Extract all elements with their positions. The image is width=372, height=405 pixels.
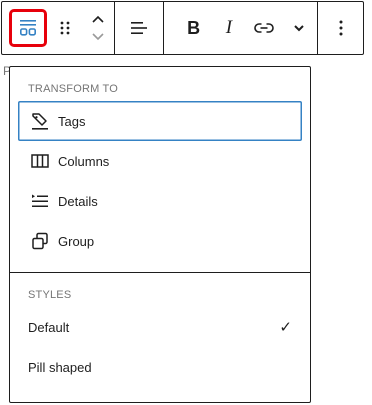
transform-item-label: Tags bbox=[58, 113, 86, 129]
bold-button[interactable]: B bbox=[176, 6, 211, 50]
link-icon bbox=[254, 23, 274, 33]
group-icon bbox=[28, 229, 52, 253]
block-controls-group bbox=[2, 2, 114, 54]
more-format-button[interactable] bbox=[282, 6, 317, 50]
transform-item-label: Group bbox=[58, 233, 95, 249]
tag-icon bbox=[28, 109, 52, 133]
transform-item-columns[interactable]: Columns bbox=[18, 141, 302, 181]
move-down-button[interactable] bbox=[86, 28, 110, 46]
transform-item-details[interactable]: Details bbox=[18, 181, 302, 221]
transform-section-title: TRANSFORM TO bbox=[28, 83, 118, 95]
transform-section: TRANSFORM TO Tags Columns Details Group bbox=[10, 67, 310, 261]
italic-button[interactable]: I bbox=[211, 6, 246, 50]
more-vertical-icon bbox=[339, 20, 342, 36]
block-type-button[interactable] bbox=[9, 9, 47, 47]
transform-item-label: Columns bbox=[58, 153, 110, 169]
italic-label: I bbox=[225, 17, 233, 38]
alignment-group bbox=[114, 2, 163, 54]
block-movers bbox=[85, 6, 111, 50]
align-button[interactable] bbox=[115, 2, 163, 54]
options-group bbox=[317, 2, 363, 54]
styles-section-title: STYLES bbox=[28, 289, 72, 301]
bold-label: B bbox=[187, 17, 201, 38]
style-item-label: Default bbox=[28, 319, 70, 335]
justify-left-icon bbox=[131, 22, 147, 34]
columns-icon bbox=[28, 149, 52, 173]
style-item-label: Pill shaped bbox=[28, 359, 92, 375]
details-icon bbox=[28, 189, 52, 213]
transform-item-label: Details bbox=[58, 193, 98, 209]
options-button[interactable] bbox=[318, 2, 363, 54]
block-switcher-menu: TRANSFORM TO Tags Columns Details Group … bbox=[9, 66, 311, 403]
styles-section: STYLES Default ✓ Pill shaped bbox=[10, 273, 310, 387]
chevron-down-icon bbox=[92, 33, 104, 41]
drag-handle-button[interactable] bbox=[53, 9, 77, 47]
checkmark-icon: ✓ bbox=[279, 319, 292, 336]
format-group: B I bbox=[163, 2, 317, 54]
move-up-button[interactable] bbox=[86, 10, 110, 28]
transform-item-group[interactable]: Group bbox=[18, 221, 302, 261]
block-toolbar: B I bbox=[1, 1, 364, 55]
transform-item-tags[interactable]: Tags bbox=[18, 101, 302, 141]
style-item-pill-shaped[interactable]: Pill shaped bbox=[18, 347, 302, 387]
chevron-down-icon bbox=[294, 25, 305, 32]
link-button[interactable] bbox=[247, 6, 282, 50]
style-item-default[interactable]: Default ✓ bbox=[18, 307, 302, 347]
tags-layout-icon bbox=[19, 20, 36, 36]
drag-handle-icon bbox=[60, 21, 70, 35]
chevron-up-icon bbox=[92, 15, 104, 23]
